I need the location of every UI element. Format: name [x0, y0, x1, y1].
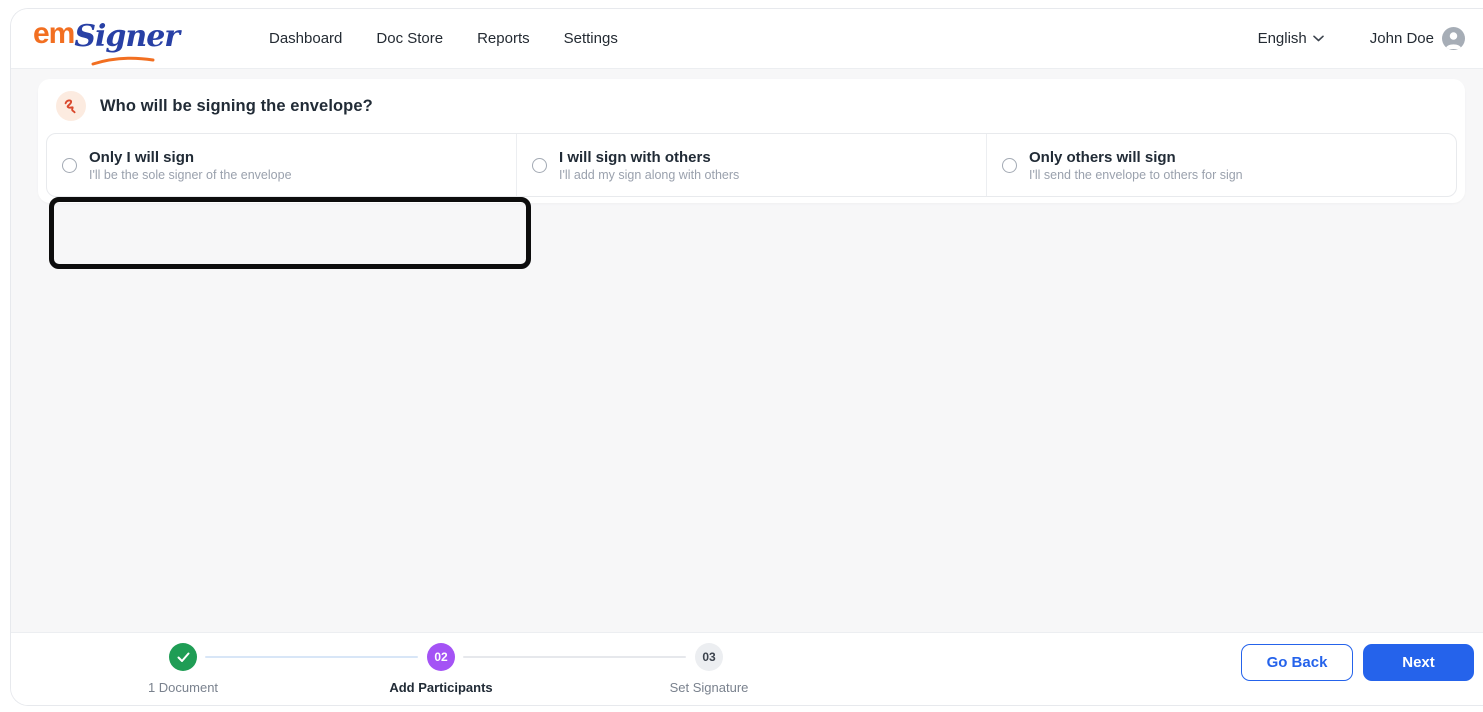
question-title-row: Who will be signing the envelope?: [38, 79, 1465, 133]
option-sign-with-others[interactable]: I will sign with others I'll add my sign…: [516, 134, 986, 196]
language-label: English: [1257, 30, 1307, 47]
avatar-icon: [1442, 27, 1465, 50]
footer-buttons: Go Back Next: [1241, 644, 1474, 681]
option-text: Only I will sign I'll be the sole signer…: [89, 149, 292, 182]
step-1-label: 1 Document: [147, 680, 219, 695]
header-right: English John Doe: [1258, 27, 1465, 50]
nav-dashboard[interactable]: Dashboard: [269, 30, 342, 47]
option-only-i-will-sign[interactable]: Only I will sign I'll be the sole signer…: [47, 134, 516, 196]
emsigner-logo[interactable]: em Signer: [33, 17, 180, 66]
next-button[interactable]: Next: [1363, 644, 1474, 681]
logo-text-em: em: [33, 17, 75, 50]
app-window: em Signer Dashboard Doc Store Reports Se…: [10, 8, 1483, 706]
step-2-circle: 02: [427, 643, 455, 671]
option-text: Only others will sign I'll send the enve…: [1029, 149, 1243, 182]
radio-only-others-sign[interactable]: [1002, 157, 1017, 173]
main-content: Who will be signing the envelope? Only I…: [11, 69, 1483, 632]
radio-only-i-will-sign[interactable]: [62, 157, 77, 173]
option-subtitle: I'll send the envelope to others for sig…: [1029, 167, 1243, 182]
question-title: Who will be signing the envelope?: [100, 96, 373, 115]
radio-sign-with-others[interactable]: [532, 157, 547, 173]
step-3-circle: 03: [695, 643, 723, 671]
step-3-set-signature[interactable]: 03 Set Signature: [629, 643, 789, 695]
option-subtitle: I'll be the sole signer of the envelope: [89, 167, 292, 182]
option-title: Only I will sign: [89, 148, 195, 166]
nav-settings[interactable]: Settings: [564, 30, 618, 47]
option-text: I will sign with others I'll add my sign…: [559, 149, 739, 182]
highlight-annotation-box: [49, 197, 531, 269]
nav-doc-store[interactable]: Doc Store: [376, 30, 443, 47]
chevron-down-icon: [1312, 35, 1324, 42]
step-3-label: Set Signature: [669, 680, 749, 695]
step-2-add-participants[interactable]: 02 Add Participants: [361, 643, 521, 695]
option-title: Only others will sign: [1029, 148, 1176, 166]
user-menu[interactable]: John Doe: [1370, 27, 1465, 50]
step-1-circle: [169, 643, 197, 671]
signing-options: Only I will sign I'll be the sole signer…: [46, 133, 1457, 197]
step-1-document[interactable]: 1 Document: [103, 643, 263, 695]
check-icon: [177, 652, 189, 662]
main-nav: Dashboard Doc Store Reports Settings: [269, 30, 618, 47]
top-header: em Signer Dashboard Doc Store Reports Se…: [11, 9, 1483, 69]
option-subtitle: I'll add my sign along with others: [559, 167, 740, 182]
emsigner-app: em Signer Dashboard Doc Store Reports Se…: [0, 0, 1483, 712]
option-only-others-sign[interactable]: Only others will sign I'll send the enve…: [986, 134, 1456, 196]
signature-squiggle-icon: [56, 91, 86, 121]
option-title: I will sign with others: [559, 148, 711, 166]
go-back-button[interactable]: Go Back: [1241, 644, 1353, 681]
user-name: John Doe: [1369, 30, 1434, 47]
nav-reports[interactable]: Reports: [477, 30, 530, 47]
language-dropdown[interactable]: English: [1258, 30, 1324, 47]
signing-question-card: Who will be signing the envelope? Only I…: [38, 79, 1465, 203]
logo-text-signer: Signer: [74, 19, 180, 54]
footer-bar: 1 Document 02 Add Participants 03 Set Si…: [11, 632, 1483, 705]
step-2-label: Add Participants: [389, 680, 493, 695]
logo-swoosh-icon: [91, 56, 155, 66]
